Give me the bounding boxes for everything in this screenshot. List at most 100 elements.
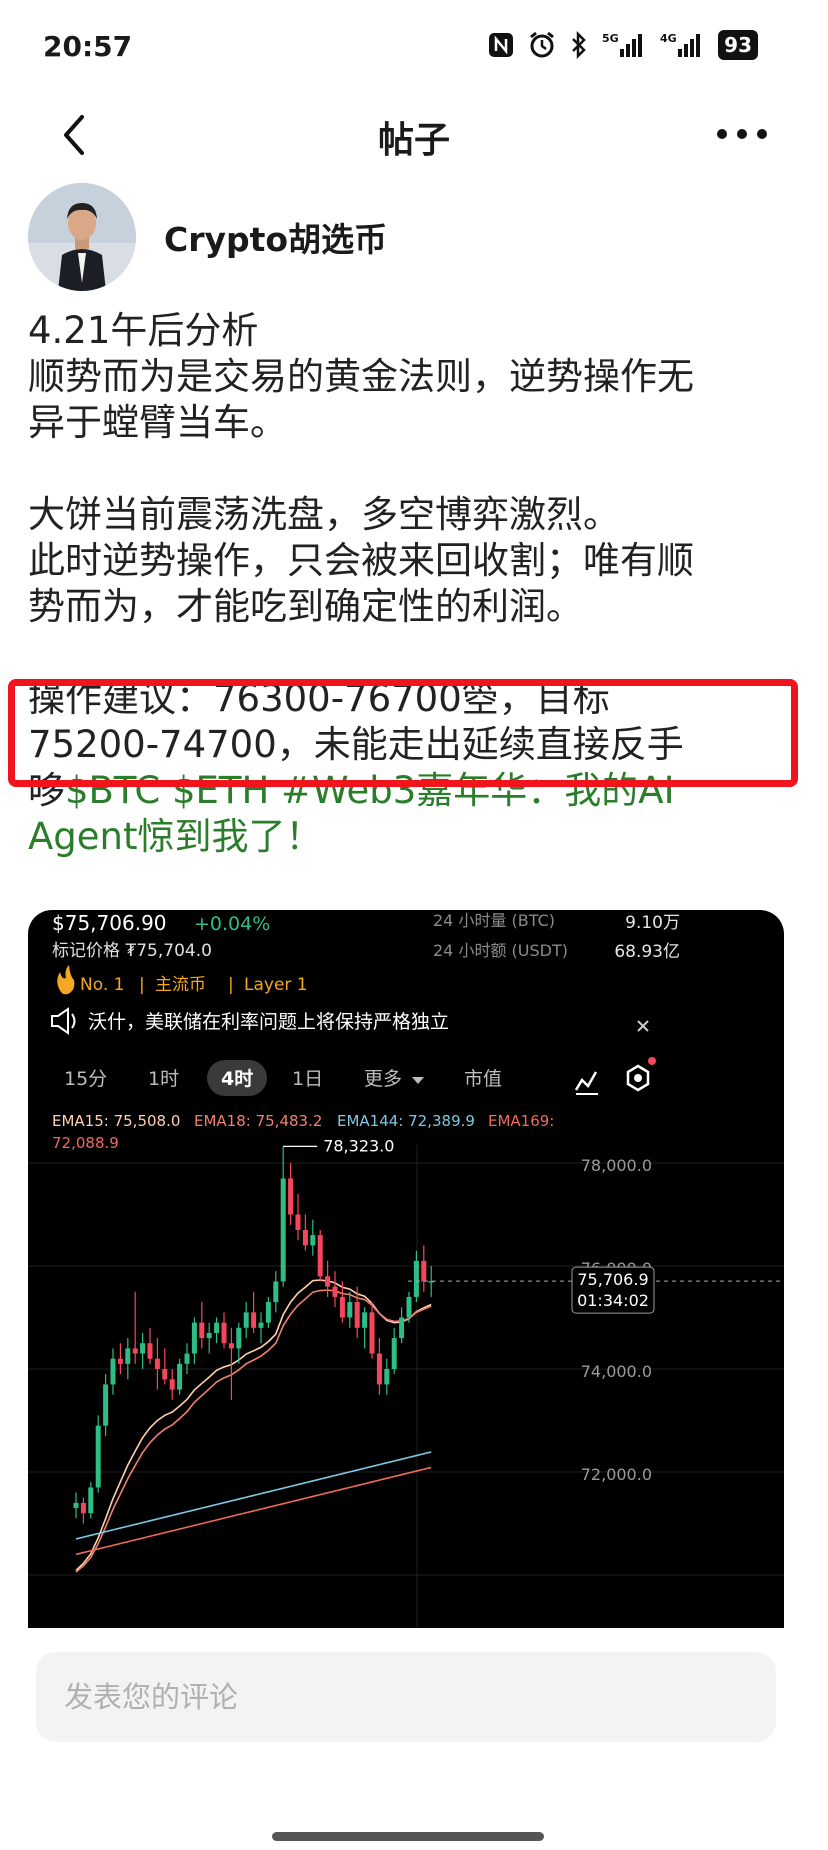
candle-body <box>251 1312 257 1328</box>
candle-body <box>132 1348 138 1354</box>
price-change: +0.04% <box>194 913 270 935</box>
candle-body <box>125 1348 131 1364</box>
candle-body <box>236 1327 242 1349</box>
candle-body <box>154 1358 160 1369</box>
author-name[interactable]: Crypto胡选币 <box>164 213 387 261</box>
signal-4g-icon: 4G <box>660 32 701 57</box>
nav-header: 帖子 <box>0 95 828 175</box>
ema15-label: EMA15: 75,508.0 <box>52 1112 180 1130</box>
candle-countdown: 01:34:02 <box>577 1291 649 1310</box>
candle-body <box>339 1296 345 1318</box>
candle-body <box>325 1276 331 1287</box>
avatar[interactable] <box>28 183 136 291</box>
alarm-icon <box>530 31 555 58</box>
badge-layer: Layer 1 <box>244 975 308 995</box>
candle-body <box>221 1322 227 1344</box>
tab-15m[interactable]: 15分 <box>64 1068 107 1090</box>
candle-body <box>147 1343 153 1359</box>
candle-body <box>413 1260 419 1297</box>
chart-image[interactable]: $75,706.90 +0.04% 标记价格 ₮75,704.0 24 小时量 … <box>28 910 784 1628</box>
candle-body <box>288 1178 294 1215</box>
candle-body <box>354 1302 360 1328</box>
highlight-box <box>8 679 798 787</box>
candle-body <box>280 1178 286 1282</box>
candle-body <box>206 1332 212 1339</box>
more-button[interactable] <box>714 119 770 149</box>
nfc-icon <box>489 33 514 57</box>
price-value: $75,706.90 <box>52 911 167 935</box>
author-row[interactable]: Crypto胡选币 <box>28 183 387 291</box>
ema169-line <box>75 1466 432 1556</box>
candle-body <box>103 1384 109 1426</box>
mark-price: 标记价格 ₮75,704.0 <box>52 941 212 961</box>
candle-body <box>258 1322 264 1328</box>
candle-body <box>88 1487 94 1514</box>
ema18-label: EMA18: 75,483.2 <box>194 1112 322 1130</box>
status-icons: 5G 4G 93 <box>488 30 758 60</box>
ema169-label: EMA169: <box>488 1112 554 1130</box>
candle-body <box>391 1338 397 1369</box>
post-line: 此时逆势操作，只会被来回收割；唯有顺 <box>28 539 694 582</box>
candle-body <box>347 1302 353 1318</box>
comment-input[interactable] <box>36 1652 776 1742</box>
tab-more[interactable]: 更多 <box>364 1068 402 1090</box>
candle-body <box>199 1322 205 1339</box>
close-icon[interactable] <box>637 1020 649 1032</box>
post-line: 顺势而为是交易的黄金法则，逆势操作无 <box>28 355 694 398</box>
post-line: 异于螳臂当车。 <box>28 401 287 444</box>
vol-usdt-value: 68.93亿 <box>614 942 680 962</box>
post-line: 大饼当前震荡洗盘，多空博弈激烈。 <box>28 493 620 536</box>
home-indicator[interactable] <box>272 1832 544 1841</box>
candle-body <box>214 1322 220 1333</box>
tab-4h[interactable]: 4时 <box>221 1068 253 1090</box>
y-tick: 74,000.0 <box>581 1362 652 1381</box>
settings-hex-icon[interactable] <box>626 1057 656 1092</box>
megaphone-icon <box>51 1007 76 1035</box>
candle-body <box>376 1353 382 1385</box>
tab-1h[interactable]: 1时 <box>148 1068 179 1090</box>
candle-body <box>362 1312 368 1328</box>
candle-body <box>399 1317 405 1339</box>
candle-body <box>369 1312 375 1354</box>
svg-text:5G: 5G <box>602 32 619 45</box>
ema144-label: EMA144: 72,389.9 <box>337 1112 475 1130</box>
candle-body <box>310 1235 316 1246</box>
current-price-label: 75,706.9 <box>577 1270 648 1289</box>
badge-rank: No. 1 <box>80 975 124 995</box>
chevron-down-icon <box>412 1077 424 1084</box>
candle-body <box>177 1363 183 1390</box>
badge-category: 主流币 <box>155 975 206 995</box>
vol-btc-value: 9.10万 <box>625 913 680 933</box>
tab-1d[interactable]: 1日 <box>292 1068 323 1090</box>
hashtag-links[interactable]: Agent惊到我了！ <box>28 814 808 860</box>
comment-bar[interactable] <box>36 1652 776 1742</box>
candle-body <box>265 1302 271 1323</box>
candle-body <box>169 1379 175 1390</box>
news-ticker[interactable]: 沃什，美联储在利率问题上将保持严格独立 <box>88 1011 449 1033</box>
candle-body <box>191 1322 197 1354</box>
battery-icon: 93 <box>718 30 758 60</box>
candle-body <box>421 1260 427 1282</box>
candle-body <box>406 1296 412 1318</box>
candle-body <box>295 1214 301 1230</box>
high-marker-label: 78,323.0 <box>323 1136 394 1155</box>
status-bar: 20:57 5G 4G 93 <box>0 0 828 90</box>
candle-body <box>317 1235 323 1277</box>
chart-tools-icon[interactable] <box>574 1071 598 1095</box>
svg-text:|: | <box>228 975 234 995</box>
candle-body <box>80 1502 86 1514</box>
y-tick: 72,000.0 <box>581 1465 652 1484</box>
vol-btc-label: 24 小时量 (BTC) <box>433 911 555 930</box>
candle-body <box>332 1286 338 1297</box>
ema169-value: 72,088.9 <box>52 1134 119 1152</box>
candle-body <box>95 1425 101 1488</box>
candle-body <box>384 1369 390 1385</box>
candle-body <box>140 1343 146 1354</box>
avatar-person-icon <box>28 183 136 291</box>
more-dots-icon <box>717 129 767 139</box>
candle-body <box>273 1281 279 1303</box>
tab-market-cap[interactable]: 市值 <box>464 1068 502 1090</box>
svg-text:4G: 4G <box>660 32 677 45</box>
ema144-line <box>75 1451 432 1540</box>
candle-body <box>117 1358 123 1364</box>
